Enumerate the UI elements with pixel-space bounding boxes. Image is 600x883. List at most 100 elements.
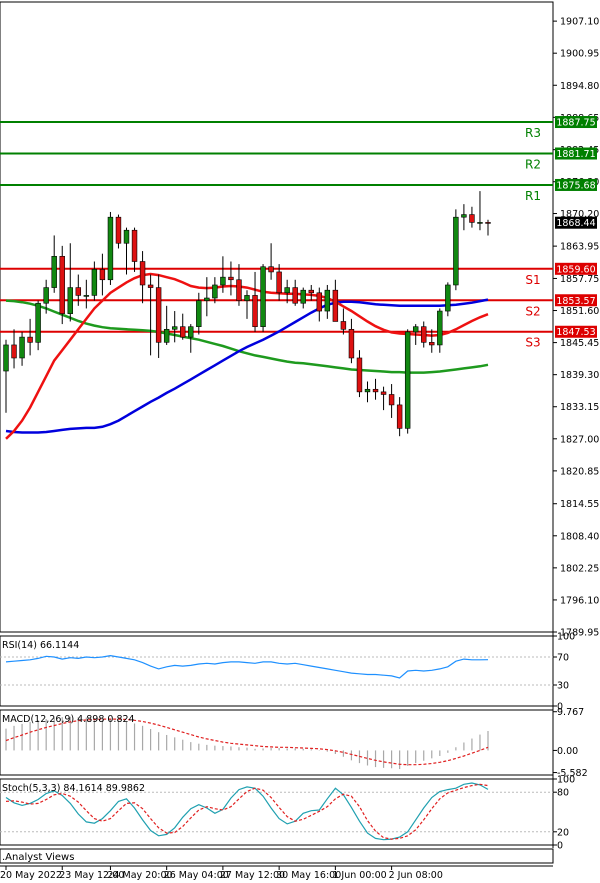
- level-price-label: 1887.75: [556, 118, 595, 129]
- candle: [252, 271, 258, 332]
- candle: [388, 384, 395, 418]
- candle: [3, 339, 9, 413]
- macd-tick-label: 0.00: [557, 746, 578, 757]
- candle: [244, 290, 250, 319]
- price-tick-label: 1802.25: [560, 563, 599, 574]
- candle-body: [260, 266, 266, 327]
- candle: [236, 264, 242, 306]
- level-name-s3: S3: [525, 336, 540, 350]
- candle-body: [404, 331, 411, 429]
- stoch-tick-label: 20: [557, 827, 569, 838]
- candle-body: [147, 284, 154, 288]
- level-price-label: 1881.71: [556, 149, 595, 160]
- candle-body: [75, 287, 82, 296]
- candle: [91, 261, 98, 301]
- candle: [155, 274, 162, 358]
- candle-body: [308, 289, 314, 294]
- candle: [115, 214, 122, 249]
- candle-body: [453, 216, 459, 286]
- candle: [139, 251, 146, 304]
- candle: [429, 329, 435, 353]
- candle-body: [171, 326, 178, 330]
- candle: [421, 321, 427, 348]
- stoch-tick-label: 80: [557, 788, 569, 799]
- candle-body: [244, 295, 250, 301]
- candle-body: [421, 326, 427, 343]
- candle-body: [123, 229, 130, 244]
- rsi-tick-label: 100: [557, 632, 575, 643]
- candle: [123, 227, 130, 275]
- level-name-r1: R1: [525, 189, 541, 203]
- candle-body: [115, 216, 122, 244]
- candle: [292, 279, 298, 306]
- rsi-tick-label: 70: [557, 653, 569, 664]
- candle-body: [316, 292, 323, 312]
- candle: [300, 287, 306, 309]
- candle: [453, 209, 459, 291]
- rsi-panel: 10070300RSI(14) 66.1144: [0, 632, 575, 713]
- candle-body: [396, 404, 403, 429]
- candle: [228, 261, 234, 296]
- price-tick-label: 1833.15: [560, 402, 599, 413]
- candle: [396, 397, 403, 437]
- candle: [404, 329, 411, 434]
- candle: [445, 282, 451, 317]
- candle: [437, 308, 443, 353]
- candle: [67, 243, 73, 322]
- level-name-s1: S1: [525, 273, 540, 287]
- candle-body: [212, 284, 218, 299]
- candle-body: [204, 297, 210, 301]
- price-tick-label: 1827.00: [560, 434, 599, 445]
- candle-body: [284, 287, 290, 294]
- candle: [107, 211, 114, 285]
- candle: [59, 245, 65, 325]
- candle-body: [485, 222, 491, 224]
- candle: [340, 308, 347, 335]
- branding-label: .Analyst Views: [2, 852, 74, 863]
- level-price-label: 1847.53: [556, 327, 595, 338]
- candle: [461, 204, 467, 231]
- candle-body: [276, 271, 282, 294]
- candle-body: [196, 300, 202, 327]
- candle: [308, 284, 314, 301]
- candle: [147, 274, 154, 356]
- candle-body: [348, 328, 355, 359]
- stoch-panel: 100 80 20 0 Stoch(5,3,3) 84.1614 89.9862: [0, 775, 575, 852]
- rsi-frame: [0, 635, 554, 707]
- candle-body: [107, 216, 114, 281]
- candle-body: [364, 388, 371, 393]
- candle-body: [35, 302, 41, 343]
- candle: [35, 300, 41, 351]
- level-price-label: 1853.57: [556, 296, 595, 307]
- candle-body: [429, 342, 435, 346]
- candle: [485, 219, 491, 236]
- candle-body: [372, 388, 379, 393]
- candle: [268, 243, 274, 280]
- candle: [356, 350, 363, 398]
- price-tick-label: 1894.80: [560, 81, 599, 92]
- candle-body: [477, 222, 483, 224]
- candle-body: [469, 214, 475, 223]
- macd-panel: 9.7670.00-5.582MACD(12,26,9) 4.898 0.824: [0, 707, 588, 779]
- candle-body: [356, 357, 363, 393]
- candle: [364, 381, 371, 403]
- candle: [19, 331, 25, 366]
- candle-body: [380, 391, 387, 395]
- candle-body: [220, 276, 226, 286]
- candle-body: [180, 326, 186, 338]
- ma-blue-line: [5, 298, 489, 434]
- candle-body: [99, 269, 106, 281]
- candle-body: [83, 295, 90, 297]
- level-price-label: 1875.68: [556, 180, 595, 191]
- candle-body: [228, 276, 234, 281]
- candle-body: [19, 336, 25, 359]
- price-tick-label: 1863.95: [560, 242, 599, 253]
- candle-body: [155, 287, 162, 343]
- price-tick-label: 1851.60: [560, 306, 599, 317]
- candle: [99, 253, 106, 296]
- candle-body: [252, 295, 258, 327]
- current-price-label: 1868.44: [556, 218, 595, 229]
- stoch-title: Stoch(5,3,3) 84.1614 89.9862: [2, 783, 145, 794]
- price-tick-label: 1907.10: [560, 17, 599, 28]
- candle-body: [11, 344, 17, 359]
